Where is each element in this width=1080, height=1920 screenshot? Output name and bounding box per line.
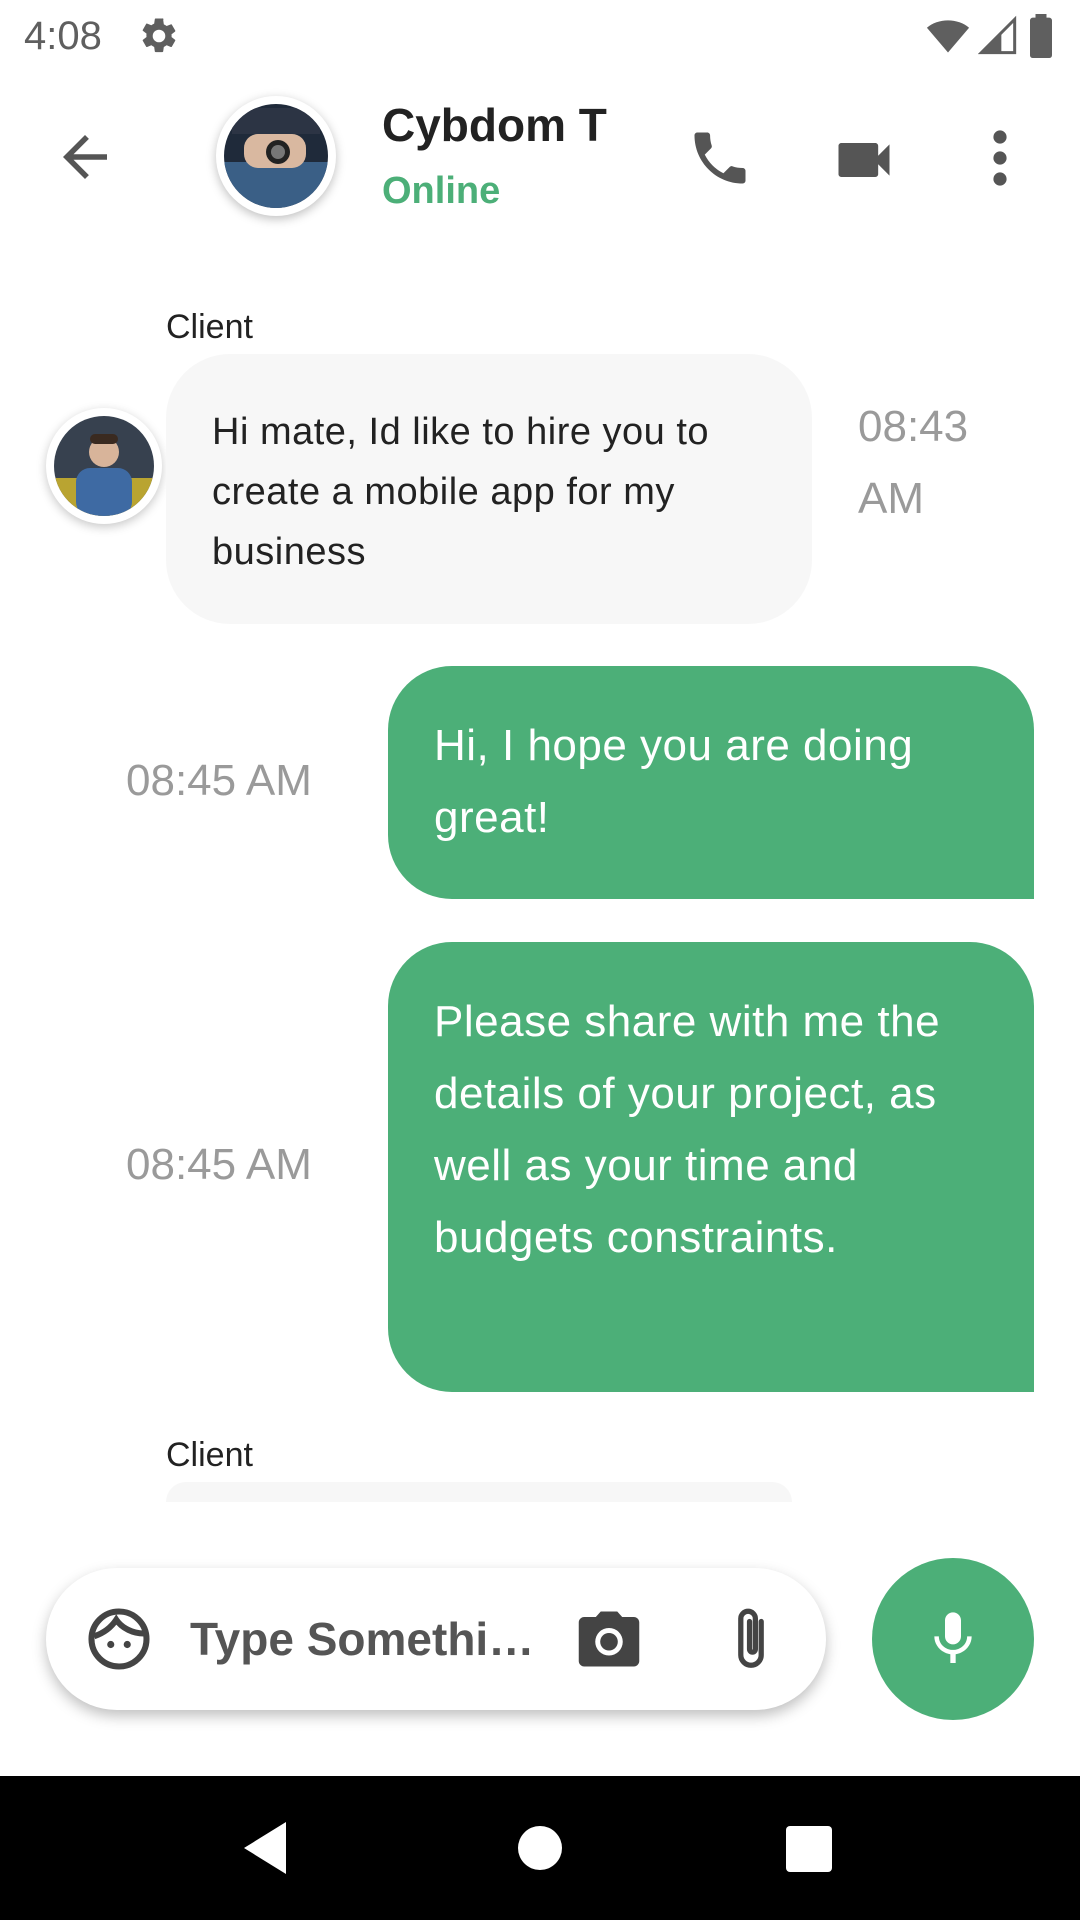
contact-name: Cybdom T	[382, 99, 607, 151]
message-bubble-incoming-partial[interactable]	[166, 1482, 792, 1502]
signal-icon	[978, 15, 1017, 55]
camera-button[interactable]	[576, 1608, 642, 1670]
status-bar: 4:08	[0, 0, 1080, 72]
message-time: 08:45 AM	[126, 1140, 312, 1189]
message-composer	[46, 1568, 826, 1710]
contact-avatar[interactable]	[216, 96, 336, 216]
gear-icon	[138, 15, 180, 57]
voice-record-button[interactable]	[872, 1558, 1034, 1720]
arrow-back-icon	[63, 135, 107, 179]
more-options-button[interactable]	[982, 122, 1018, 194]
contact-status: Online	[382, 170, 501, 212]
sender-label: Client	[166, 1436, 253, 1474]
more-vert-icon	[993, 130, 1007, 186]
video-call-button[interactable]	[830, 126, 898, 194]
nav-back-button[interactable]	[240, 1820, 290, 1876]
system-nav-bar	[0, 1776, 1080, 1920]
videocam-icon	[838, 143, 890, 177]
nav-home-button[interactable]	[518, 1826, 562, 1870]
back-button[interactable]	[52, 124, 118, 190]
emoji-button[interactable]	[86, 1606, 152, 1672]
wifi-icon	[926, 20, 970, 53]
attach-button[interactable]	[726, 1604, 776, 1674]
battery-icon	[1030, 14, 1052, 58]
message-bubble-outgoing[interactable]: Please share with me the details of your…	[388, 942, 1034, 1392]
call-button[interactable]	[686, 124, 754, 192]
avatar-photo	[54, 416, 154, 516]
chat-header: Cybdom T Online	[0, 72, 1080, 242]
nav-back-icon	[244, 1822, 286, 1874]
avatar-photo	[224, 104, 328, 208]
sender-label: Client	[166, 308, 253, 346]
message-time: 08:45 AM	[126, 756, 312, 805]
message-time: 08:43 AM	[858, 402, 969, 523]
camera-icon	[578, 1611, 640, 1667]
client-avatar[interactable]	[46, 408, 162, 524]
nav-recents-button[interactable]	[786, 1826, 832, 1872]
status-time: 4:08	[24, 14, 102, 58]
message-bubble-incoming[interactable]: Hi mate, Id like to hire you to create a…	[166, 354, 812, 624]
message-bubble-outgoing[interactable]: Hi, I hope you are doing great!	[388, 666, 1034, 899]
attach-icon	[738, 1608, 764, 1668]
phone-icon	[694, 132, 746, 184]
mic-icon	[934, 1612, 972, 1663]
status-icons	[926, 14, 1056, 58]
emoji-face-icon	[88, 1608, 150, 1670]
message-input[interactable]	[190, 1608, 570, 1670]
